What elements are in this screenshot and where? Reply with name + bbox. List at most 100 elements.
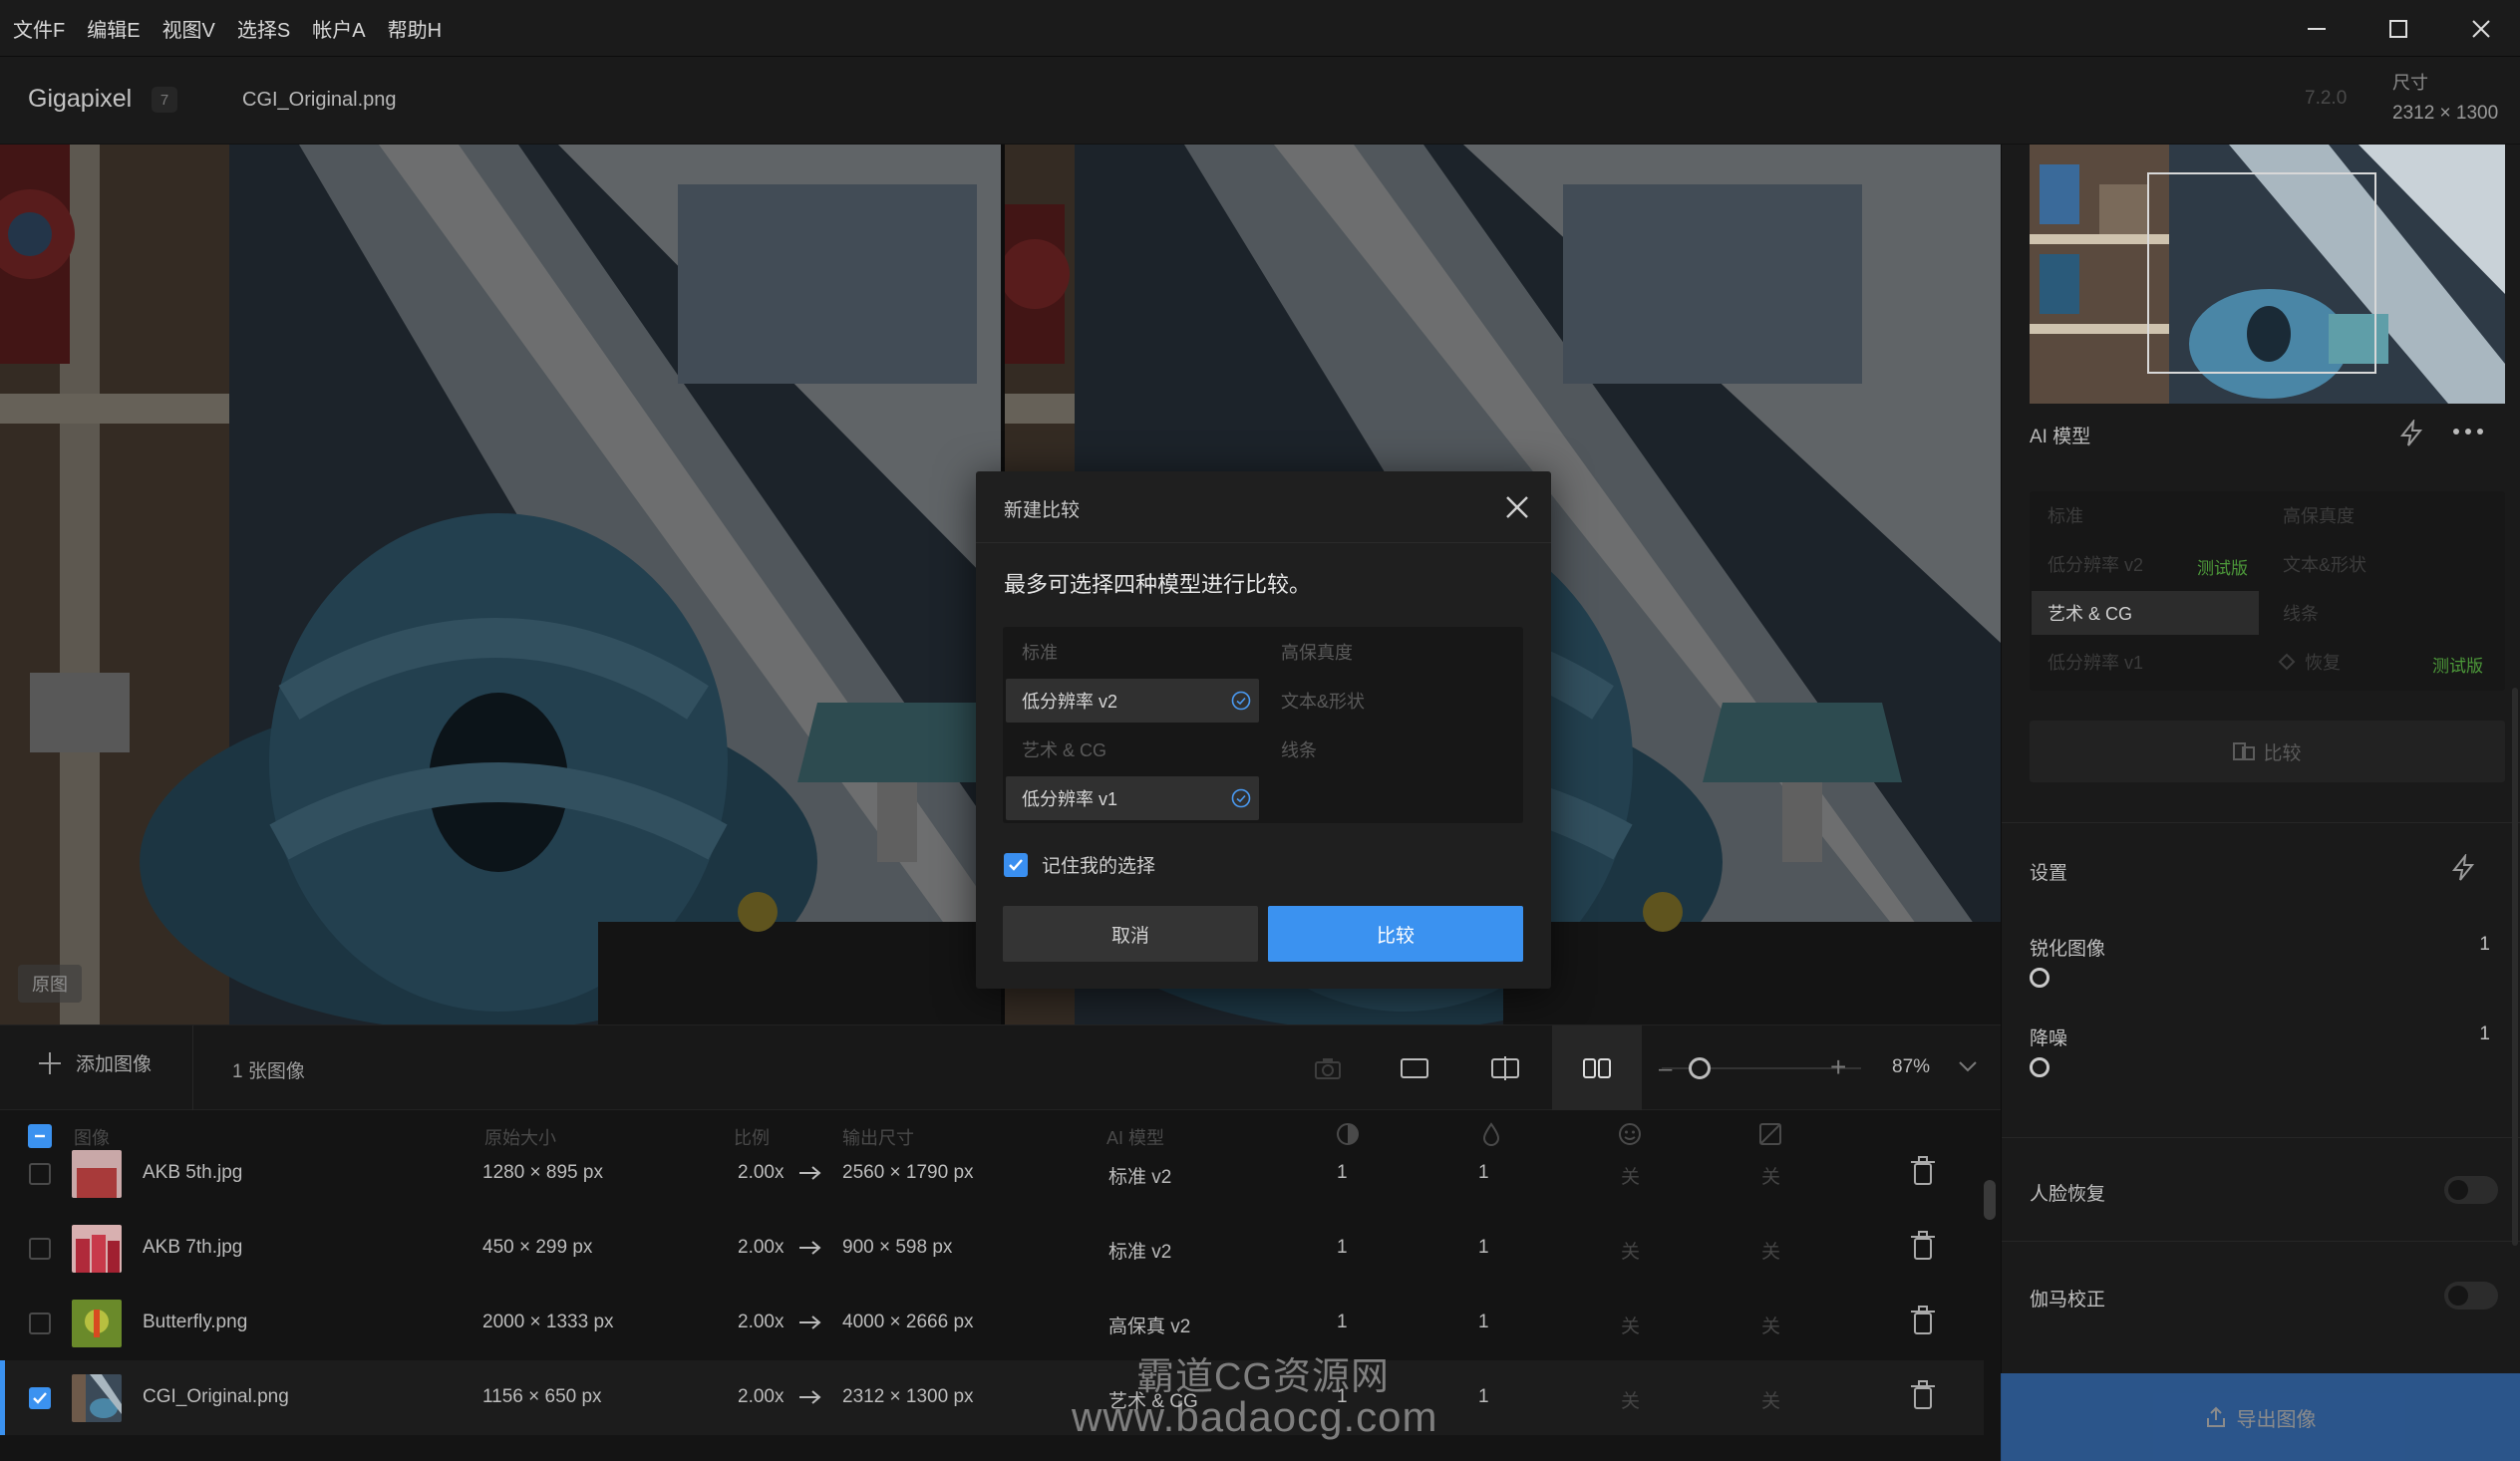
- checkmark-icon: [33, 1392, 47, 1404]
- sharpen-label: 锐化图像: [2030, 939, 2106, 960]
- gamma-toggle[interactable]: [2444, 1282, 2498, 1310]
- single-view-icon: [1401, 1058, 1428, 1078]
- output-size: 4000 × 2666 px: [842, 1312, 974, 1332]
- trash-icon[interactable]: [1910, 1156, 1936, 1186]
- add-image-button[interactable]: 添加图像: [38, 1049, 152, 1076]
- rp-model-high-fidelity[interactable]: 高保真度: [2267, 493, 2494, 537]
- recover-icon: [2278, 653, 2296, 671]
- zoom-in-button[interactable]: +: [1830, 1051, 1846, 1083]
- settings-title: 设置: [2030, 863, 2068, 884]
- current-file-name: CGI_Original.png: [242, 89, 397, 111]
- lightning-icon[interactable]: [2398, 420, 2424, 447]
- rp-model-text-shape[interactable]: 文本&形状: [2267, 542, 2494, 586]
- menu-view[interactable]: 视图V: [162, 14, 215, 43]
- trash-icon[interactable]: [1910, 1231, 1936, 1261]
- row-checkbox[interactable]: [29, 1387, 51, 1409]
- check-circle-icon: [1231, 788, 1251, 808]
- sharpen-slider[interactable]: [2030, 968, 2049, 988]
- ai-model: 标准 v2: [1108, 1242, 1172, 1263]
- maximize-button[interactable]: [2357, 0, 2440, 57]
- denoise-slider[interactable]: [2030, 1057, 2049, 1077]
- original-label: 原图: [18, 965, 82, 1003]
- snapshot-button[interactable]: [1293, 1025, 1363, 1111]
- file-list: 图像 原始大小 比例 输出尺寸 AI 模型 AKB 5th.jpg 1280 ×…: [0, 1110, 2001, 1461]
- file-row-butterfly[interactable]: Butterfly.png 2000 × 1333 px 2.00x 4000 …: [0, 1286, 1984, 1360]
- close-window-button[interactable]: [2439, 0, 2520, 57]
- minimize-button[interactable]: [2275, 0, 2359, 57]
- ai-model-title: AI 模型: [2030, 427, 2091, 447]
- menu-file[interactable]: 文件F: [13, 14, 65, 43]
- dialog-title: 新建比较: [1004, 500, 1081, 521]
- menu-account[interactable]: 帐户A: [312, 14, 365, 43]
- rp-model-standard[interactable]: 标准: [2032, 493, 2259, 537]
- app-name: Gigapixel: [28, 85, 133, 113]
- arrow-right-icon: [799, 1315, 821, 1329]
- zoom-out-button[interactable]: –: [1659, 1055, 1672, 1083]
- output-size: 2312 × 1300 px: [842, 1386, 974, 1407]
- dialog-header: 新建比较: [976, 471, 1551, 543]
- row-checkbox[interactable]: [29, 1238, 51, 1260]
- menu-edit[interactable]: 编辑E: [87, 14, 140, 43]
- model-option-standard[interactable]: 标准: [1006, 630, 1259, 674]
- file-name: Butterfly.png: [143, 1312, 248, 1332]
- rp-model-lines[interactable]: 线条: [2267, 591, 2494, 635]
- face-value: 关: [1621, 1167, 1641, 1188]
- export-icon: [2206, 1406, 2225, 1427]
- file-thumbnail: [72, 1225, 122, 1273]
- menu-help[interactable]: 帮助H: [388, 14, 442, 43]
- remember-checkbox[interactable]: [1004, 852, 1028, 877]
- export-button[interactable]: 导出图像: [2001, 1373, 2520, 1461]
- right-panel-scrollbar[interactable]: [2512, 688, 2518, 1246]
- chevron-down-icon[interactable]: [1958, 1059, 1978, 1073]
- file-row-akb-5th[interactable]: AKB 5th.jpg 1280 × 895 px 2.00x 2560 × 1…: [0, 1136, 1984, 1211]
- gamma-label: 伽马校正: [2030, 1290, 2106, 1311]
- size-value: 2312 × 1300: [2392, 103, 2499, 124]
- active-row-indicator: [0, 1360, 5, 1435]
- single-view-button[interactable]: [1380, 1025, 1449, 1111]
- zoom-slider-knob[interactable]: [1689, 1057, 1711, 1079]
- file-row-akb-7th[interactable]: AKB 7th.jpg 450 × 299 px 2.00x 900 × 598…: [0, 1211, 1984, 1286]
- cancel-button[interactable]: 取消: [1003, 906, 1258, 962]
- trash-icon[interactable]: [1910, 1306, 1936, 1335]
- remember-choice-row[interactable]: 记住我的选择: [1004, 851, 1155, 878]
- rp-model-art-cg[interactable]: 艺术 & CG: [2032, 591, 2259, 635]
- row-checkbox[interactable]: [29, 1313, 51, 1334]
- new-compare-dialog: 新建比较 最多可选择四种模型进行比较。 标准 低分辨率 v2 艺术 & CG 低…: [976, 471, 1551, 989]
- ai-model: 标准 v2: [1108, 1167, 1172, 1188]
- navigator-viewport[interactable]: [2147, 172, 2376, 374]
- original-size: 1280 × 895 px: [482, 1162, 603, 1183]
- file-name: AKB 7th.jpg: [143, 1237, 243, 1258]
- rp-divider: [2002, 1241, 2520, 1242]
- beta-badge: 测试版: [2197, 559, 2248, 578]
- original-size: 2000 × 1333 px: [482, 1312, 614, 1332]
- rp-compare-button[interactable]: 比较: [2030, 721, 2505, 782]
- sharpen-value: 1: [1337, 1237, 1348, 1258]
- sharpen-value: 1: [1337, 1312, 1348, 1332]
- menu-select[interactable]: 选择S: [237, 14, 290, 43]
- file-row-cgi-original[interactable]: CGI_Original.png 1156 × 650 px 2.00x 231…: [0, 1360, 1984, 1435]
- trash-icon[interactable]: [1910, 1380, 1936, 1410]
- arrow-right-icon: [799, 1390, 821, 1404]
- file-list-scrollbar[interactable]: [1984, 1180, 1996, 1220]
- rp-model-low-res-v1[interactable]: 低分辨率 v1: [2032, 640, 2259, 684]
- watermark-line1: 霸道CG资源网: [1136, 1356, 1391, 1398]
- navigator-thumbnail[interactable]: [2030, 145, 2505, 404]
- model-option-low-res-v1[interactable]: 低分辨率 v1: [1006, 776, 1259, 820]
- side-by-side-view-button[interactable]: [1552, 1025, 1642, 1111]
- lightning-icon[interactable]: [2450, 854, 2476, 882]
- compare-button[interactable]: 比较: [1268, 906, 1523, 962]
- watermark-line2: www.badaocg.com: [1072, 1393, 1438, 1440]
- more-options-icon[interactable]: [2452, 428, 2484, 436]
- model-option-low-res-v2[interactable]: 低分辨率 v2: [1006, 679, 1259, 723]
- model-option-high-fidelity[interactable]: 高保真度: [1265, 630, 1518, 674]
- face-recovery-toggle[interactable]: [2444, 1176, 2498, 1204]
- remember-label: 记住我的选择: [1042, 856, 1156, 877]
- dialog-close-button[interactable]: [1497, 487, 1537, 527]
- model-option-art-cg[interactable]: 艺术 & CG: [1006, 728, 1259, 771]
- split-view-button[interactable]: [1470, 1025, 1540, 1111]
- arrow-right-icon: [799, 1166, 821, 1180]
- row-checkbox[interactable]: [29, 1163, 51, 1185]
- model-option-text-shape[interactable]: 文本&形状: [1265, 679, 1518, 723]
- preview-original-pane[interactable]: 原图: [0, 145, 1001, 1024]
- model-option-lines[interactable]: 线条: [1265, 728, 1518, 771]
